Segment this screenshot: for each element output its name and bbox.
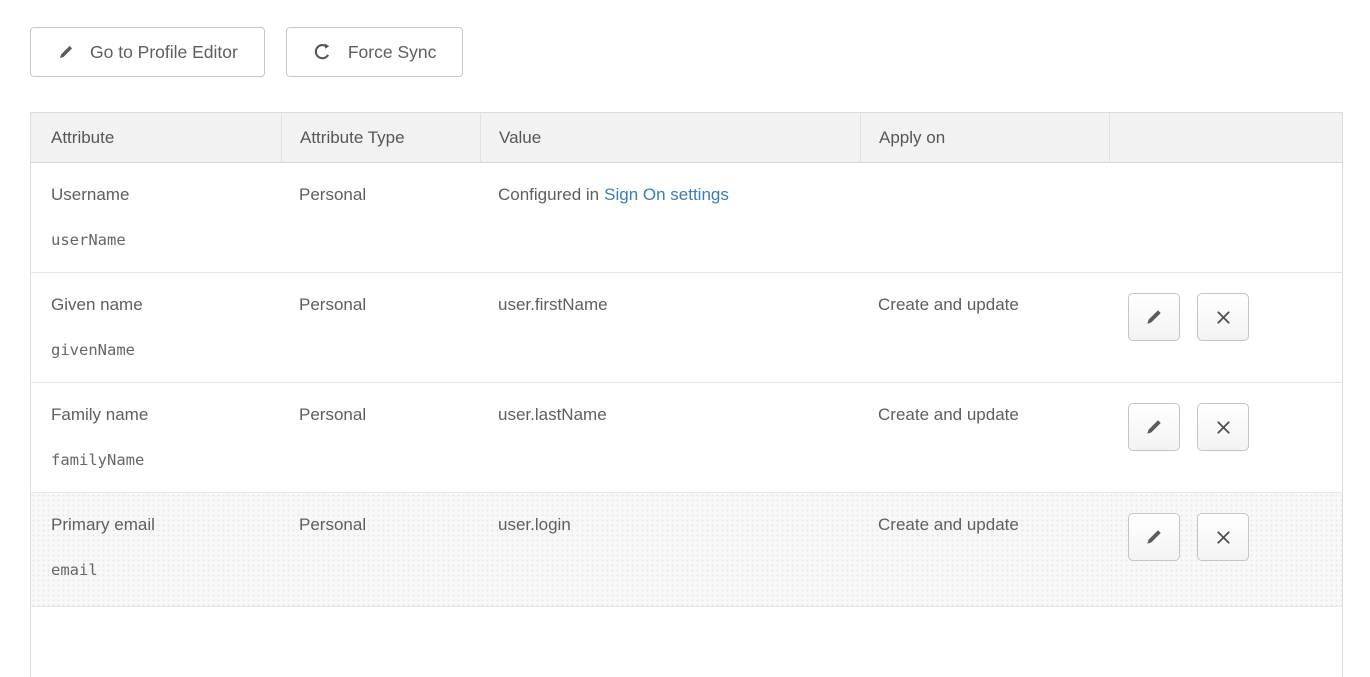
attribute-type-cell: Personal xyxy=(281,163,480,273)
table-row: Given name givenName Personal user.first… xyxy=(30,273,1343,383)
attribute-table-body: Username userName Personal Configured in… xyxy=(30,163,1343,607)
attribute-label: Family name xyxy=(51,405,281,425)
actions-cell xyxy=(1109,493,1343,607)
attribute-variable: email xyxy=(51,561,281,579)
pencil-icon xyxy=(1144,527,1164,547)
close-icon xyxy=(1214,418,1233,437)
apply-on-value: Create and update xyxy=(878,295,1019,314)
attribute-type: Personal xyxy=(299,295,366,314)
apply-on-cell: Create and update xyxy=(860,493,1109,607)
value-text: Configured in xyxy=(498,185,599,204)
actions-cell xyxy=(1109,383,1343,493)
close-icon xyxy=(1214,528,1233,547)
column-header-attribute-type: Attribute Type xyxy=(281,112,480,163)
sync-icon xyxy=(313,42,333,62)
attribute-label: Given name xyxy=(51,295,281,315)
go-to-profile-editor-button[interactable]: Go to Profile Editor xyxy=(30,27,265,77)
edit-attribute-button[interactable] xyxy=(1128,403,1180,451)
row-actions xyxy=(1128,403,1342,451)
column-header-attribute: Attribute xyxy=(30,112,281,163)
table-row-empty xyxy=(30,607,1343,677)
apply-on-cell: Create and update xyxy=(860,383,1109,493)
value-cell: user.lastName xyxy=(480,383,860,493)
actions-cell xyxy=(1109,273,1343,383)
pencil-icon xyxy=(57,43,75,61)
value-cell: Configured in Sign On settings xyxy=(480,163,860,273)
attribute-table-footer xyxy=(30,607,1343,677)
table-row: Family name familyName Personal user.las… xyxy=(30,383,1343,493)
attribute-type: Personal xyxy=(299,515,366,534)
actions-cell xyxy=(1109,163,1343,273)
pencil-icon xyxy=(1144,307,1164,327)
value-text: user.login xyxy=(498,515,571,534)
table-header: Attribute Attribute Type Value Apply on xyxy=(30,112,1343,163)
attribute-type-cell: Personal xyxy=(281,273,480,383)
toolbar: Go to Profile Editor Force Sync xyxy=(30,27,463,77)
apply-on-cell xyxy=(860,163,1109,273)
column-header-value: Value xyxy=(480,112,860,163)
attribute-variable: userName xyxy=(51,231,281,249)
sign-on-settings-link[interactable]: Sign On settings xyxy=(604,185,729,204)
attribute-type: Personal xyxy=(299,185,366,204)
apply-on-value: Create and update xyxy=(878,515,1019,534)
attribute-type: Personal xyxy=(299,405,366,424)
value-cell: user.login xyxy=(480,493,860,607)
value-text: user.firstName xyxy=(498,295,608,314)
table-row: Primary email email Personal user.login … xyxy=(30,493,1343,607)
attribute-cell: Given name givenName xyxy=(30,273,281,383)
attribute-type-cell: Personal xyxy=(281,493,480,607)
remove-attribute-button[interactable] xyxy=(1197,513,1249,561)
table-row: Username userName Personal Configured in… xyxy=(30,163,1343,273)
remove-attribute-button[interactable] xyxy=(1197,403,1249,451)
attribute-cell: Username userName xyxy=(30,163,281,273)
column-header-actions xyxy=(1109,112,1343,163)
attribute-label: Primary email xyxy=(51,515,281,535)
attribute-cell: Family name familyName xyxy=(30,383,281,493)
row-actions xyxy=(1128,293,1342,341)
edit-attribute-button[interactable] xyxy=(1128,293,1180,341)
column-header-apply-on: Apply on xyxy=(860,112,1109,163)
attribute-mapping-table: Attribute Attribute Type Value Apply on … xyxy=(30,112,1343,677)
force-sync-button[interactable]: Force Sync xyxy=(286,27,464,77)
value-cell: user.firstName xyxy=(480,273,860,383)
edit-attribute-button[interactable] xyxy=(1128,513,1180,561)
remove-attribute-button[interactable] xyxy=(1197,293,1249,341)
force-sync-label: Force Sync xyxy=(348,42,437,63)
attribute-type-cell: Personal xyxy=(281,383,480,493)
value-text: user.lastName xyxy=(498,405,607,424)
pencil-icon xyxy=(1144,417,1164,437)
apply-on-cell: Create and update xyxy=(860,273,1109,383)
close-icon xyxy=(1214,308,1233,327)
row-actions xyxy=(1128,513,1342,561)
attribute-variable: givenName xyxy=(51,341,281,359)
attribute-label: Username xyxy=(51,185,281,205)
attribute-variable: familyName xyxy=(51,451,281,469)
apply-on-value: Create and update xyxy=(878,405,1019,424)
attribute-cell: Primary email email xyxy=(30,493,281,607)
go-to-profile-editor-label: Go to Profile Editor xyxy=(90,42,238,63)
